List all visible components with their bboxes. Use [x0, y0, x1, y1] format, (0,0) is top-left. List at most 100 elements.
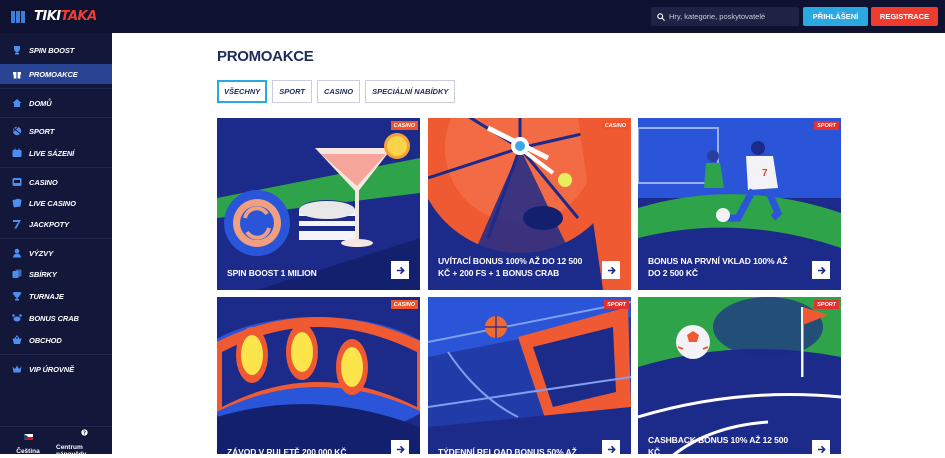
promo-card-image	[638, 297, 841, 454]
sidebar-item-bonus-crab[interactable]: Bonus Crab	[0, 308, 112, 328]
filter-special-offers[interactable]: Speciální nabídky	[365, 80, 456, 103]
menu-icon[interactable]	[8, 7, 28, 27]
sidebar-item-label: Promoakce	[29, 69, 78, 79]
sidebar-item-label: Domů	[29, 98, 52, 108]
promo-title: Cashback bonus 10% až 12 500 Kč	[648, 435, 789, 454]
sidebar-item-label: Sbírky	[29, 269, 57, 279]
promo-card-image	[428, 297, 631, 454]
sidebar-item-label: Sport	[29, 126, 55, 136]
sidebar: Spin Boost Promoakce Domů Sport Live sáz…	[0, 33, 112, 458]
sidebar-item-vyzvy[interactable]: Výzvy	[0, 243, 112, 263]
home-icon	[11, 97, 23, 109]
promo-card[interactable]: SPORT Týdenní reload bonus 50% až do 12 …	[428, 297, 631, 454]
sidebar-item-label: Live casino	[29, 198, 76, 208]
filter-tabs: Všechny Sport Casino Speciální nabídky	[217, 80, 456, 103]
promo-card[interactable]: CASINO Uvítací bonus 100% až do 12 500 K…	[428, 118, 631, 290]
filter-casino[interactable]: Casino	[316, 80, 361, 103]
sidebar-item-spin-boost[interactable]: Spin Boost	[0, 40, 112, 60]
sidebar-item-jackpoty[interactable]: Jackpoty	[0, 214, 112, 234]
category-tag: SPORT	[814, 300, 839, 309]
search-input[interactable]	[669, 12, 794, 21]
svg-text:7: 7	[762, 168, 768, 179]
trophy-icon	[11, 44, 23, 56]
sidebar-item-label: Casino	[29, 177, 58, 187]
sidebar-item-label: Jackpoty	[29, 219, 70, 229]
sidebar-divider	[0, 117, 112, 118]
promo-card[interactable]: 7 SPORT Bonus na první vklad 100% až do …	[638, 118, 841, 290]
person-icon	[11, 247, 23, 259]
seven-icon	[11, 218, 23, 230]
logo-part-2: TAKA	[60, 9, 98, 24]
sidebar-item-live-casino[interactable]: Live casino	[0, 193, 112, 213]
help-label: Centrum nápovědy	[56, 444, 87, 458]
sidebar-item-label: Live sázení	[29, 148, 75, 158]
sidebar-item-turnaje[interactable]: Turnaje	[0, 286, 112, 306]
sidebar-item-live-sazeni[interactable]: Live sázení	[0, 143, 112, 163]
promo-title: Bonus na první vklad 100% až do 2 500 Kč	[648, 256, 788, 278]
category-tag: SPORT	[604, 300, 629, 309]
sidebar-divider	[0, 88, 112, 89]
sidebar-divider	[0, 167, 112, 168]
sidebar-item-promoakce[interactable]: Promoakce	[0, 64, 112, 84]
sidebar-item-label: Turnaje	[29, 291, 64, 301]
sidebar-divider	[0, 354, 112, 355]
search-box[interactable]	[651, 7, 799, 26]
sidebar-item-sport[interactable]: Sport	[0, 121, 112, 141]
filter-sport[interactable]: Sport	[272, 80, 312, 103]
czech-flag-icon	[23, 427, 33, 445]
help-icon: ?	[80, 423, 88, 441]
arrow-right-icon[interactable]	[391, 261, 409, 279]
sidebar-item-domu[interactable]: Domů	[0, 93, 112, 113]
svg-text:?: ?	[83, 431, 86, 436]
arrow-right-icon[interactable]	[602, 440, 620, 454]
live-icon	[11, 147, 23, 159]
promo-title: Závod v ruletě 200 000 Kč	[227, 447, 347, 454]
arrow-right-icon[interactable]	[812, 440, 830, 454]
sidebar-item-label: Obchod	[29, 335, 62, 345]
sidebar-item-label: Spin Boost	[29, 45, 75, 55]
language-label: Čeština	[16, 447, 40, 455]
search-icon	[657, 8, 665, 26]
category-tag: CASINO	[390, 300, 418, 309]
register-button[interactable]: REGISTRACE	[871, 7, 938, 26]
main-content: PROMOAKCE Všechny Sport Casino Speciální…	[112, 33, 945, 454]
page-title: PROMOAKCE	[217, 48, 314, 65]
category-tag: SPORT	[814, 121, 839, 130]
arrow-right-icon[interactable]	[602, 261, 620, 279]
help-center-link[interactable]: ? Centrum nápovědy	[56, 427, 112, 458]
logo-part-1: TIKI	[34, 9, 61, 24]
logo[interactable]: TIKITAKA	[34, 9, 97, 24]
promo-title: Spin Boost 1 milion	[227, 268, 317, 278]
top-bar: TIKITAKA PŘIHLÁŠENÍ REGISTRACE	[0, 0, 945, 33]
promo-card[interactable]: CASINO Závod v ruletě 200 000 Kč	[217, 297, 420, 454]
sidebar-item-sbirky[interactable]: Sbírky	[0, 264, 112, 284]
ball-icon	[11, 125, 23, 137]
sidebar-item-label: Výzvy	[29, 248, 54, 258]
sidebar-item-label: Bonus Crab	[29, 313, 79, 323]
promo-card[interactable]: CASINO Spin Boost 1 milion	[217, 118, 420, 290]
casino-icon	[11, 176, 23, 188]
cup-icon	[11, 290, 23, 302]
sidebar-item-casino[interactable]: Casino	[0, 172, 112, 192]
gift-icon	[11, 68, 23, 80]
sidebar-footer: Čeština ? Centrum nápovědy	[0, 426, 112, 458]
filter-all[interactable]: Všechny	[217, 80, 268, 103]
language-selector[interactable]: Čeština	[0, 427, 56, 455]
sidebar-item-vip-urovne[interactable]: VIP úrovně	[0, 359, 112, 379]
arrow-right-icon[interactable]	[812, 261, 830, 279]
promo-title: Uvítací bonus 100% až do 12 500 Kč + 200…	[438, 256, 583, 278]
collection-icon	[11, 268, 23, 280]
crown-icon	[11, 363, 23, 375]
promo-card-image	[217, 118, 420, 290]
sidebar-divider	[0, 238, 112, 239]
promo-card[interactable]: SPORT Cashback bonus 10% až 12 500 Kč	[638, 297, 841, 454]
arrow-right-icon[interactable]	[391, 440, 409, 454]
login-button[interactable]: PŘIHLÁŠENÍ	[803, 7, 868, 26]
category-tag: CASINO	[601, 121, 629, 130]
promo-title: Týdenní reload bonus 50% až do 12 500 Kč	[438, 447, 577, 454]
cards-icon	[11, 197, 23, 209]
category-tag: CASINO	[390, 121, 418, 130]
basket-icon	[11, 334, 23, 346]
sidebar-item-obchod[interactable]: Obchod	[0, 330, 112, 350]
sidebar-item-label: VIP úrovně	[29, 364, 74, 374]
